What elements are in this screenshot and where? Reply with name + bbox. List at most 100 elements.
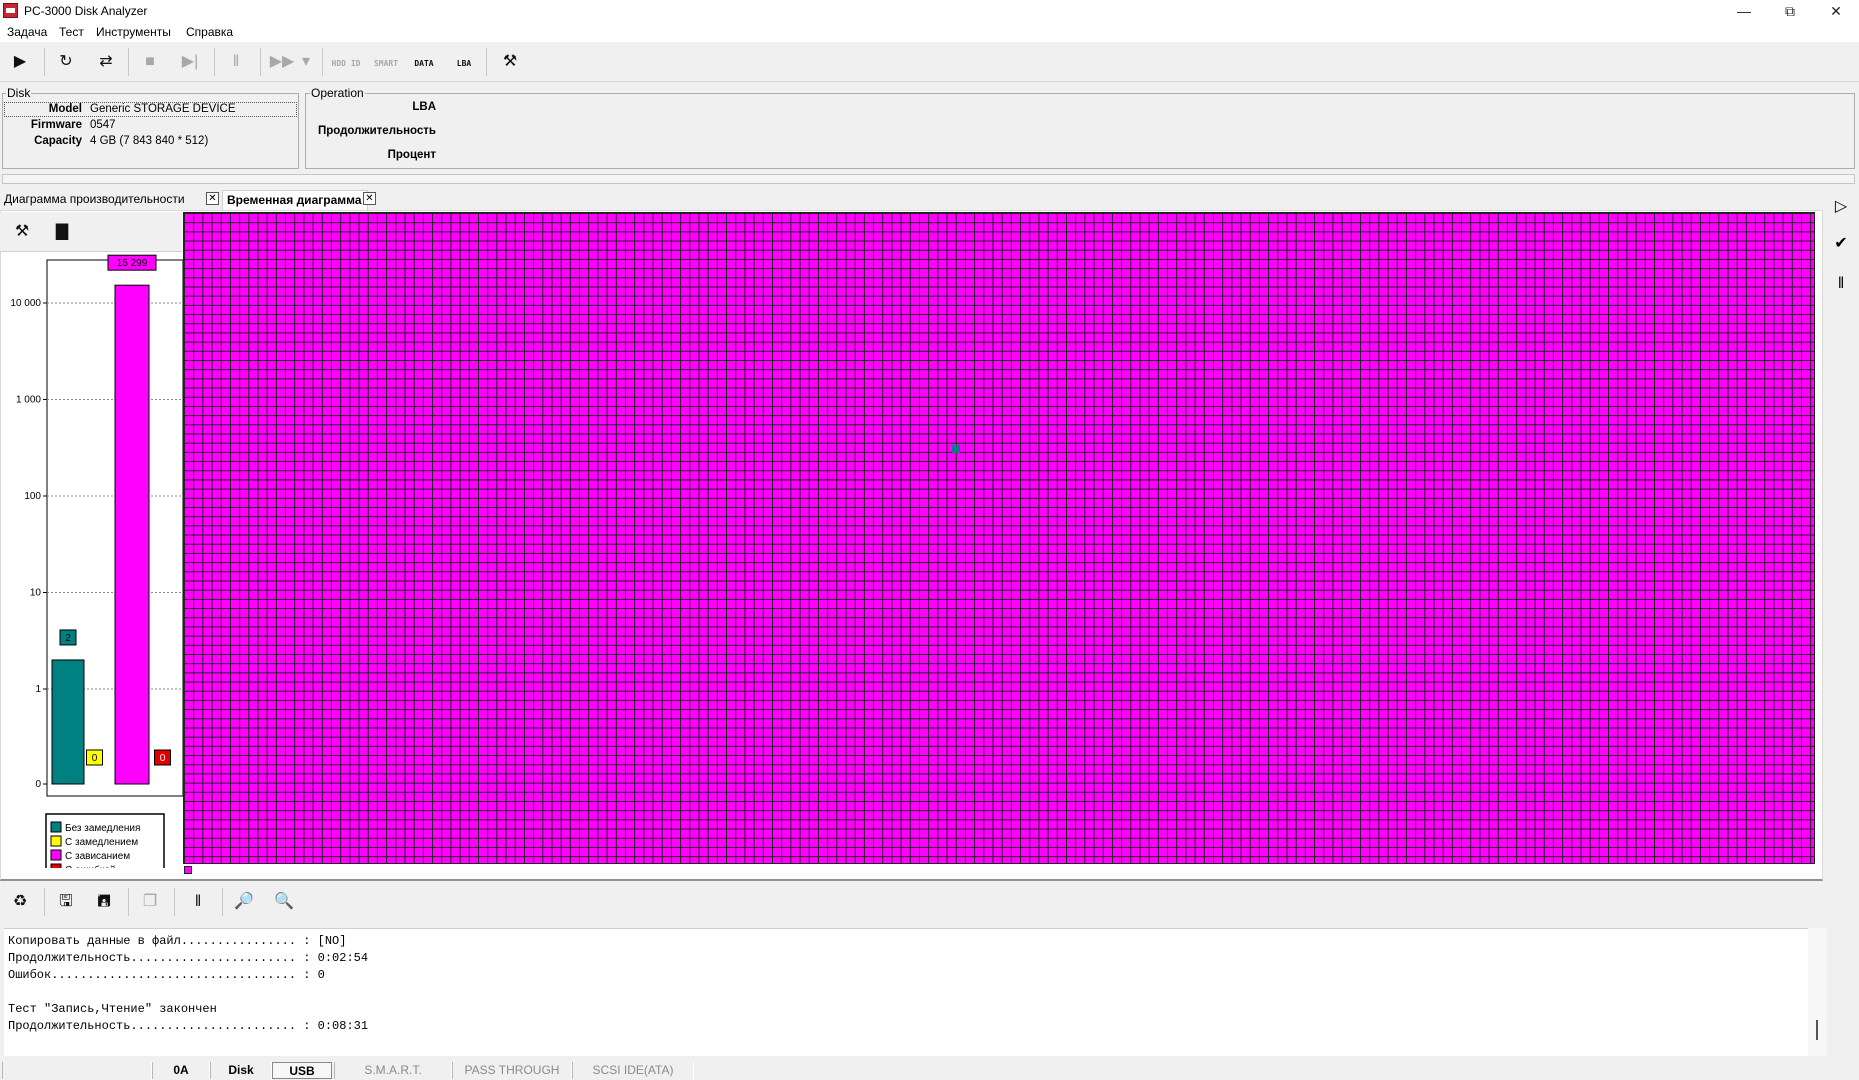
tools-icon[interactable]: ⚒ xyxy=(494,48,526,76)
delay-bar-chart: 0 1 10 100 1 000 10 000 2 0 15 299 0 Без замедле… xyxy=(10,254,184,868)
find-next-icon[interactable]: 🔍 xyxy=(268,888,300,916)
toolbar-separator xyxy=(322,48,323,76)
log-line: Продолжительность.......................… xyxy=(8,1019,369,1033)
save-all-icon[interactable]: 🖪 xyxy=(88,888,120,916)
legend-swatch xyxy=(50,863,62,868)
dropdown-arrow-icon[interactable]: ▾ xyxy=(298,48,314,76)
minimize-button[interactable]: — xyxy=(1721,0,1767,22)
copy-icon[interactable]: ❐ xyxy=(134,888,166,916)
status-usb: USB xyxy=(272,1062,332,1079)
log-scroll-thumb[interactable] xyxy=(1816,1020,1818,1040)
tab-label: Временная диаграмма xyxy=(227,193,362,207)
legend-swatch xyxy=(50,821,62,833)
tab-time-chart[interactable]: Временная диаграмма xyxy=(222,190,368,210)
capacity-label: Capacity xyxy=(34,135,82,147)
chart-settings-icon[interactable]: ⚒ xyxy=(6,218,38,246)
menu-tools[interactable]: Инструменты xyxy=(96,25,171,39)
find-icon[interactable]: 🔎 xyxy=(228,888,260,916)
log-toolbar: ♻ 🖫 🖪 ❐ ‖ 🔎 🔍 xyxy=(0,884,1859,924)
step-icon[interactable]: ▶| xyxy=(174,48,206,76)
legend-swatch xyxy=(50,849,62,861)
status-disk: Disk xyxy=(210,1062,272,1079)
operation-group xyxy=(305,93,1855,169)
tab-performance-chart[interactable]: Диаграмма производительности xyxy=(0,190,200,210)
toolbar-separator xyxy=(486,48,487,76)
operation-group-title: Operation xyxy=(310,86,365,100)
model-value: Generic STORAGE DEVICE xyxy=(90,103,236,115)
status-scsi: SCSI IDE(ATA) xyxy=(572,1062,694,1079)
tab-close-icon[interactable]: ✕ xyxy=(363,192,376,205)
menu-task[interactable]: Задача xyxy=(7,25,47,39)
log-line: Тест "Запись,Чтение" закончен xyxy=(8,1002,217,1016)
start-test-button[interactable]: ▶︎ xyxy=(4,48,36,76)
y-tick-label: 10 xyxy=(30,588,42,599)
menu-test[interactable]: Тест xyxy=(59,25,84,39)
status-register: 0A xyxy=(152,1062,210,1079)
log-panel[interactable]: Копировать данные в файл................… xyxy=(4,928,1808,1056)
toolbar-separator xyxy=(222,888,223,916)
stop-icon[interactable]: ■ xyxy=(134,48,166,76)
tab-close-icon[interactable]: ✕ xyxy=(206,192,219,205)
toolbar-separator xyxy=(174,888,175,916)
legend-label: С замедлением xyxy=(65,837,138,848)
legend-label: С зависанием xyxy=(65,851,130,862)
disk-group-title: Disk xyxy=(6,86,32,100)
pause-icon[interactable]: ‖ xyxy=(220,48,252,76)
clear-log-icon[interactable]: ♻ xyxy=(4,888,36,916)
toolbar-separator xyxy=(128,48,129,76)
bar-value-label: 2 xyxy=(65,633,71,644)
toolbar-separator xyxy=(44,48,45,76)
map-check-icon[interactable]: ✔ xyxy=(1827,230,1855,258)
title-bar: PC-3000 Disk Analyzer — ⧉ ✕ xyxy=(0,0,1859,22)
status-passthrough: PASS THROUGH xyxy=(452,1062,572,1079)
firmware-label: Firmware xyxy=(30,119,82,131)
menu-bar: Задача Тест Инструменты Справка xyxy=(0,22,1859,42)
main-toolbar: ▶︎ ↻ ⇄ ■ ▶| ‖ ▶▶ ▾ HDD ID SMART DATA LBA… xyxy=(0,42,1859,82)
y-tick-label: 10 000 xyxy=(10,298,41,309)
model-label: Model xyxy=(48,103,82,115)
firmware-value: 0547 xyxy=(90,119,116,131)
tab-label: Диаграмма производительности xyxy=(4,192,185,206)
y-tick-label: 1 000 xyxy=(16,395,41,406)
hdd-id-label: HDD ID xyxy=(331,59,361,68)
percent-label: Процент xyxy=(387,149,436,161)
log-line: Продолжительность.......................… xyxy=(8,951,369,965)
legend-swatch xyxy=(50,835,62,847)
capacity-value: 4 GB (7 843 840 * 512) xyxy=(90,135,209,147)
status-smart: S.M.A.R.T. xyxy=(334,1062,452,1079)
y-tick-label: 0 xyxy=(35,779,41,790)
map-scale-icon[interactable]: ▷ xyxy=(1827,193,1855,221)
reset-disk-icon[interactable]: ⇄ xyxy=(90,48,122,76)
y-tick-label: 1 xyxy=(35,684,41,695)
bar-chart-icon[interactable]: ▇ xyxy=(46,218,78,246)
fast-forward-icon[interactable]: ▶▶ xyxy=(266,48,298,76)
lba-button[interactable]: LBA xyxy=(448,48,480,76)
map-block-normal[interactable] xyxy=(952,445,960,453)
maximize-button[interactable]: ⧉ xyxy=(1767,0,1813,22)
duration-label: Продолжительность xyxy=(317,125,436,137)
log-pause-icon[interactable]: ‖ xyxy=(182,888,214,916)
log-scrollbar[interactable] xyxy=(1808,928,1827,1056)
close-button[interactable]: ✕ xyxy=(1813,0,1859,22)
reload-disk-icon[interactable]: ↻ xyxy=(50,48,82,76)
bar-value-label: 15 299 xyxy=(117,258,148,269)
y-tick-label: 100 xyxy=(24,491,41,502)
data-label: DATA xyxy=(414,59,434,68)
log-line: Ошибок..................................… xyxy=(8,968,325,982)
bar-value-label: 0 xyxy=(160,753,166,764)
lba-label: LBA xyxy=(456,59,472,68)
toolbar-separator xyxy=(44,888,45,916)
hdd-id-button[interactable]: HDD ID xyxy=(330,48,362,76)
bar xyxy=(51,659,85,785)
block-time-map[interactable] xyxy=(183,212,1815,864)
data-button[interactable]: DATA xyxy=(408,48,440,76)
window-title: PC-3000 Disk Analyzer xyxy=(24,4,148,18)
status-empty xyxy=(2,1062,152,1079)
menu-help[interactable]: Справка xyxy=(186,25,233,39)
smart-label: SMART xyxy=(373,59,399,68)
toolbar-separator xyxy=(128,888,129,916)
save-log-icon[interactable]: 🖫 xyxy=(50,888,82,916)
map-pause-icon[interactable]: ‖ xyxy=(1827,270,1855,298)
smart-button[interactable]: SMART xyxy=(370,48,402,76)
